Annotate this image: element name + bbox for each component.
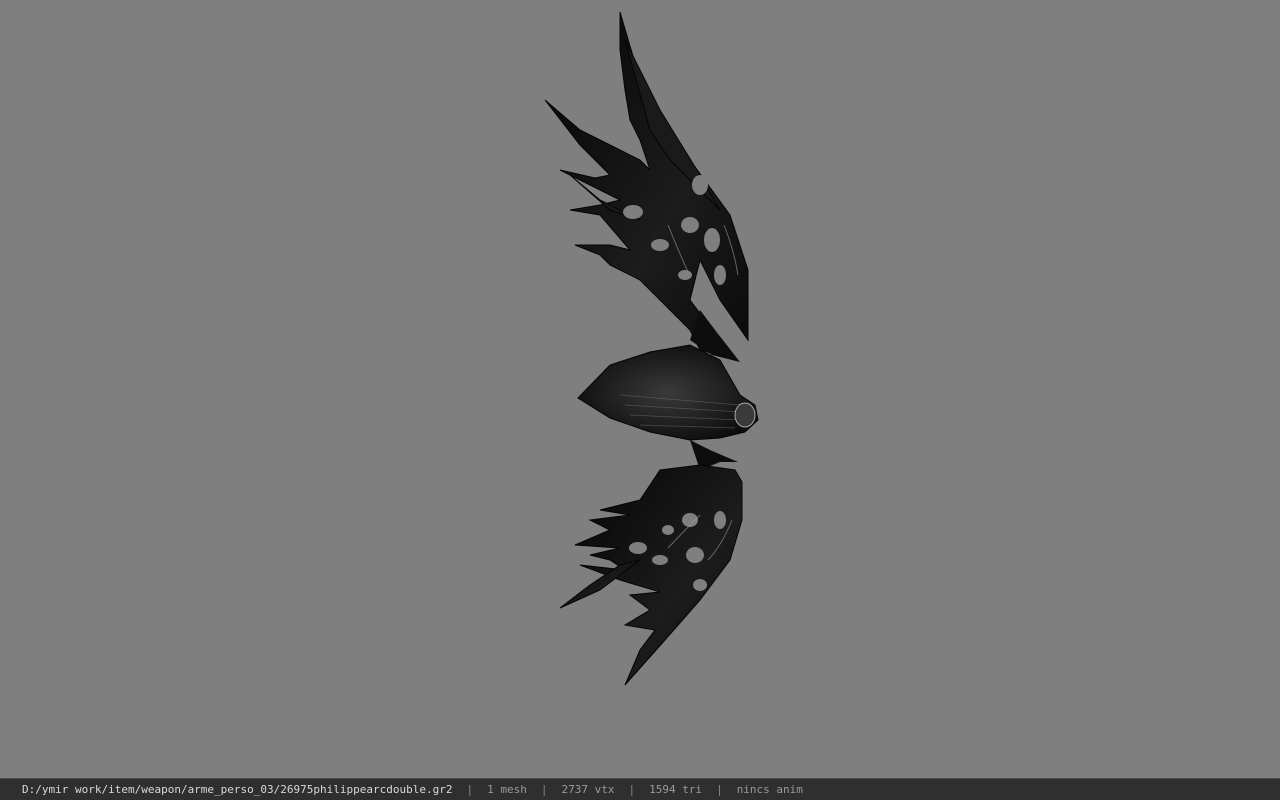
upper-wing [544, 11, 749, 361]
triangle-count: 1594 tri [649, 783, 703, 796]
separator: | [466, 783, 474, 796]
anim-status: nincs anim [736, 783, 803, 796]
separator: | [540, 783, 548, 796]
separator: | [716, 783, 723, 796]
bow-grip-body [577, 310, 759, 470]
3d-viewport[interactable] [0, 0, 1280, 778]
mesh-count: 1 mesh [487, 783, 527, 796]
wing-bow-model [544, 11, 759, 686]
lower-wing [559, 464, 743, 686]
file-path: D:/ymir work/item/weapon/arme_perso_03/2… [22, 783, 453, 796]
vertex-count: 2737 vtx [561, 783, 615, 796]
separator: | [628, 783, 636, 796]
status-bar: D:/ymir work/item/weapon/arme_perso_03/2… [0, 778, 1280, 800]
